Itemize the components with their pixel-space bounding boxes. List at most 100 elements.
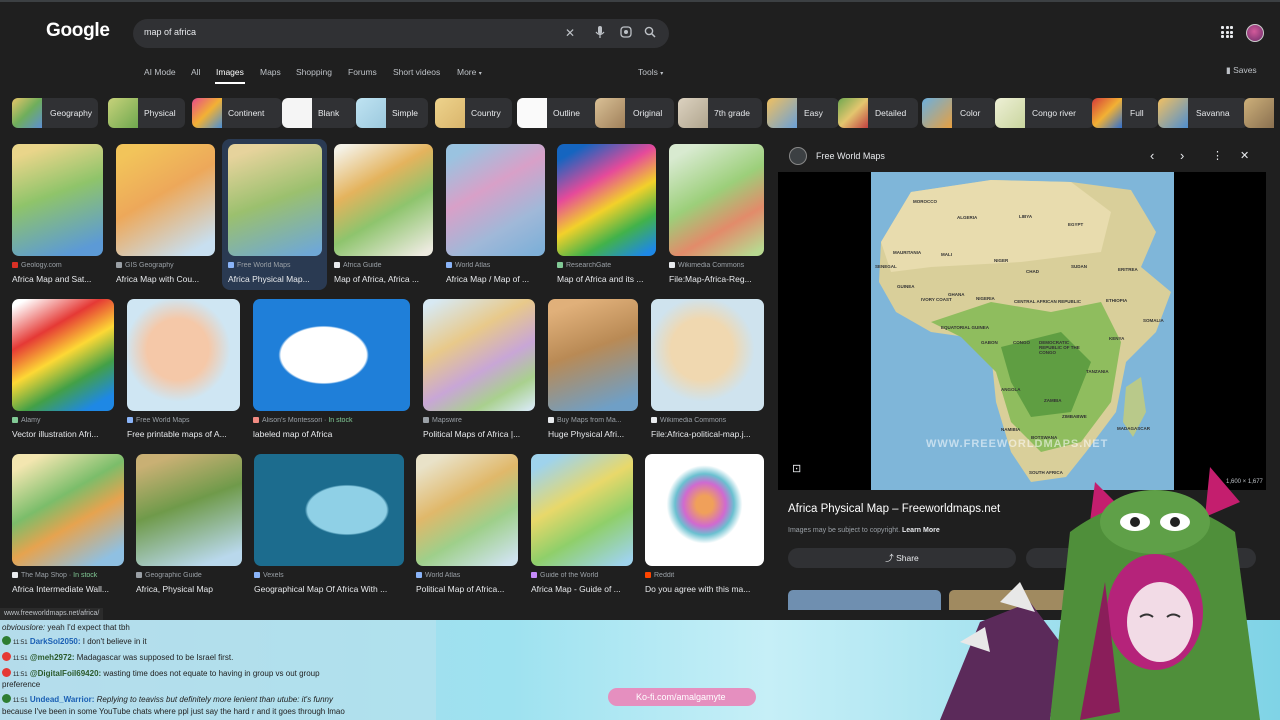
kofi-link[interactable]: Ko-fi.com/amalgamyte (608, 688, 756, 706)
chip-7th-grade[interactable]: 7th grade (678, 98, 762, 128)
result-title[interactable]: Africa Physical Map... (228, 274, 322, 284)
chip-label: Physical (144, 108, 176, 118)
chip-physical[interactable]: Physical (108, 98, 185, 128)
result-title[interactable]: Africa Map / Map of ... (446, 274, 545, 284)
result-image (127, 299, 240, 411)
chat-time: 11:51 (13, 640, 28, 646)
chip-thumbnail (12, 98, 42, 128)
chip-color[interactable]: Color (922, 98, 996, 128)
result-title[interactable]: Africa Intermediate Wall... (12, 584, 124, 594)
chip-detailed[interactable]: Detailed (838, 98, 918, 128)
visual-search-icon[interactable]: ⊡ (792, 462, 801, 475)
result-image (12, 454, 124, 566)
chip-savanna[interactable]: Savanna (1158, 98, 1248, 128)
result-source: Mapswire (423, 417, 535, 424)
result-image (228, 144, 322, 256)
account-avatar[interactable] (1246, 24, 1264, 42)
previous-icon[interactable]: ‹ (1150, 149, 1154, 163)
result-title[interactable]: labeled map of Africa (253, 429, 410, 439)
result-title[interactable]: Geographical Map Of Africa With ... (254, 584, 404, 594)
clear-icon[interactable]: ✕ (565, 26, 575, 40)
tab-shopping[interactable]: Shopping (296, 67, 332, 77)
chip-congo-river[interactable]: Congo river (995, 98, 1094, 128)
map-watermark: WWW.FREEWORLDMAPS.NET (926, 438, 1109, 450)
chat-text: I don't believe in it (82, 637, 147, 646)
tools-button[interactable]: Tools ▾ (638, 67, 663, 77)
result-title[interactable]: File:Africa-political-map.j... (651, 429, 764, 439)
search-icon[interactable] (644, 26, 656, 41)
chip-outline[interactable]: Outline (517, 98, 601, 128)
chip-easy[interactable]: Easy (767, 98, 839, 128)
map-label: GABON (981, 340, 998, 345)
chat-message-continued: preference (2, 680, 41, 689)
result-title[interactable]: Africa, Physical Map (136, 584, 242, 594)
result-image (253, 299, 410, 411)
result-source-text: Mapswire (432, 417, 462, 424)
panel-source-name[interactable]: Free World Maps (816, 151, 885, 161)
chip-more[interactable] (1244, 98, 1274, 128)
chip-country[interactable]: Country (435, 98, 512, 128)
result-title[interactable]: Africa Map with Cou... (116, 274, 215, 284)
tab-maps[interactable]: Maps (260, 67, 281, 77)
chat-time: 11:51 (13, 698, 28, 704)
copyright-notice: Images may be subject to copyright. Lear… (788, 527, 940, 534)
chip-simple[interactable]: Simple (356, 98, 428, 128)
result-image (531, 454, 633, 566)
result-title[interactable]: Map of Africa and its ... (557, 274, 656, 284)
result-source-text: Free World Maps (136, 417, 190, 424)
result-title[interactable]: Africa Map - Guide of ... (531, 584, 633, 594)
learn-more-link[interactable]: Learn More (902, 527, 940, 534)
status-url: www.freeworldmaps.net/africa/ (0, 608, 104, 620)
map-label: SOMALIA (1143, 318, 1164, 323)
map-label: ALGERIA (957, 215, 978, 220)
saves-link[interactable]: ▮ Saves (1226, 65, 1257, 76)
chip-continent[interactable]: Continent (192, 98, 282, 128)
result-title[interactable]: Vector illustration Afri... (12, 429, 114, 439)
result-source: Reddit (645, 572, 764, 579)
lens-icon[interactable] (620, 26, 632, 41)
more-options-icon[interactable]: ⋮ (1212, 149, 1223, 163)
map-labels: MOROCCO ALGERIA LIBYA EGYPT MAURITANIA M… (871, 172, 1174, 490)
result-title[interactable]: File:Map-Africa-Reg... (669, 274, 764, 284)
chip-label: Easy (804, 108, 823, 118)
tab-images[interactable]: Images (216, 67, 244, 77)
result-image (334, 144, 433, 256)
result-source-text: Reddit (654, 572, 675, 579)
result-title[interactable]: Africa Map and Sat... (12, 274, 107, 284)
result-image (423, 299, 535, 411)
result-title[interactable]: Map of Africa, Africa ... (334, 274, 433, 284)
chat-message: 11:51 @meh2972: Madagascar was supposed … (2, 652, 233, 665)
chip-full[interactable]: Full (1092, 98, 1158, 128)
chip-thumbnail (678, 98, 708, 128)
result-title[interactable]: Free printable maps of A... (127, 429, 240, 439)
search-input[interactable]: map of africa (144, 27, 196, 37)
result-title[interactable]: Do you agree with this ma... (645, 584, 764, 594)
tab-short-videos[interactable]: Short videos (393, 67, 440, 77)
result-title[interactable]: Political Map of Africa... (416, 584, 518, 594)
map-label: MADAGASCAR (1117, 426, 1150, 431)
chip-blank[interactable]: Blank (282, 98, 356, 128)
chip-thumbnail (922, 98, 952, 128)
tab-all[interactable]: All (191, 67, 200, 77)
source-favicon (789, 147, 807, 165)
chip-label: Outline (553, 108, 580, 118)
next-icon[interactable]: › (1180, 149, 1184, 163)
result-title[interactable]: Huge Physical Afri... (548, 429, 638, 439)
google-logo[interactable]: Google (46, 20, 110, 42)
search-box[interactable]: map of africa ✕ (133, 19, 669, 48)
apps-grid-icon[interactable] (1221, 26, 1233, 38)
result-source: Vexels (254, 572, 404, 579)
tab-more[interactable]: More ▾ (457, 67, 482, 77)
result-title[interactable]: Political Maps of Africa |... (423, 429, 535, 439)
tab-forums[interactable]: Forums (348, 67, 377, 77)
chip-original[interactable]: Original (595, 98, 674, 128)
related-image[interactable] (788, 590, 941, 610)
mic-icon[interactable] (595, 26, 605, 42)
chip-label: Color (960, 108, 981, 118)
result-source-text: ResearchGate (566, 262, 612, 269)
tab-ai-mode[interactable]: AI Mode (144, 67, 176, 77)
result-source: Geology.com (12, 262, 107, 269)
chip-geography[interactable]: Geography (12, 98, 98, 128)
map-label: MAURITANIA (893, 250, 922, 255)
close-icon[interactable]: ✕ (1240, 149, 1249, 163)
